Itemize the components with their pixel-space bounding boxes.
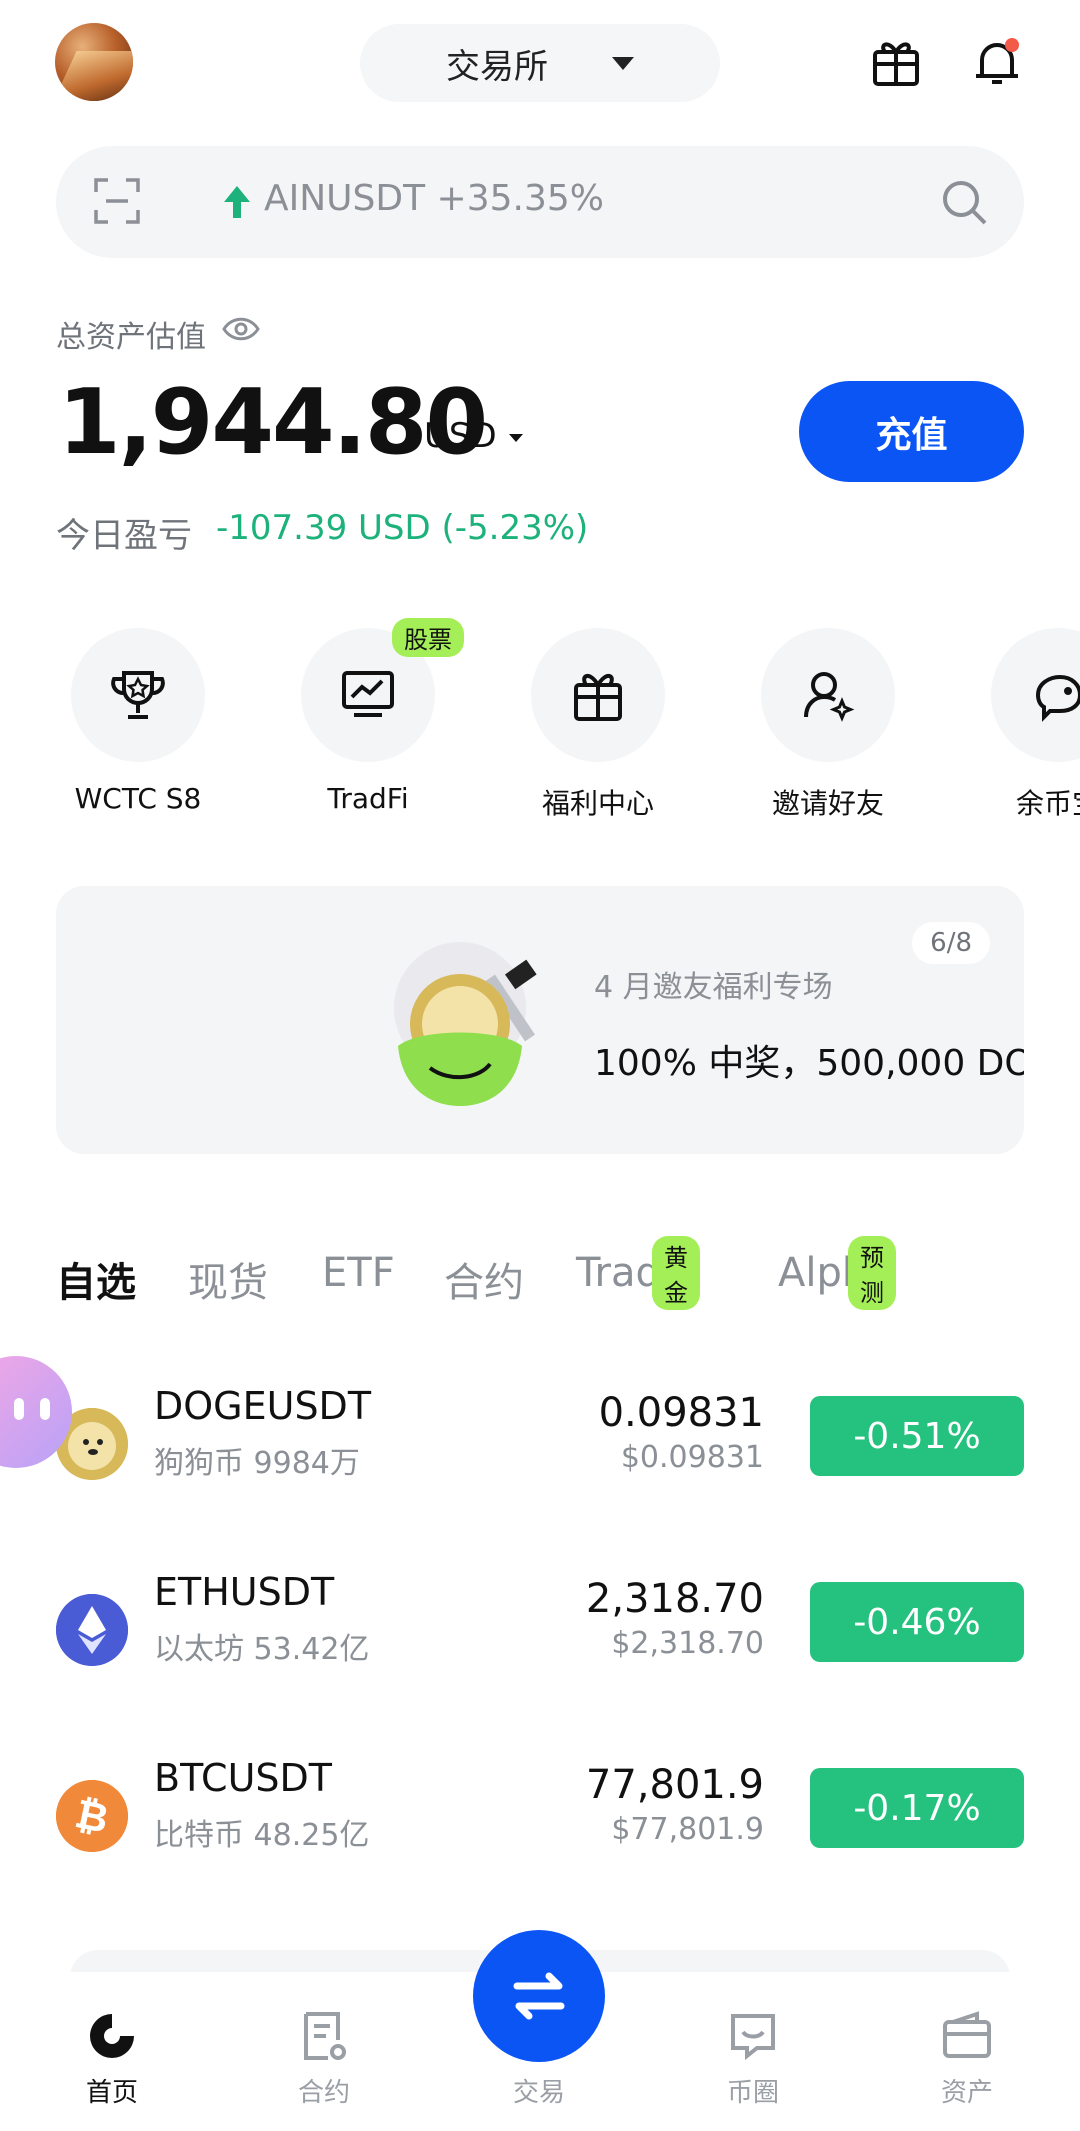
shortcut-tag: 股票	[392, 618, 464, 657]
nav-assets[interactable]: 资产	[897, 2010, 1037, 2109]
gift-icon[interactable]	[869, 36, 923, 90]
trophy-icon	[111, 671, 165, 719]
shortcut-savings[interactable]: 1 余币宝	[958, 628, 1080, 822]
chevron-down-icon[interactable]	[509, 434, 523, 442]
shortcut-label: WCTC S8	[74, 782, 202, 815]
nav-label: 资产	[940, 2078, 993, 2108]
tab-etf[interactable]: ETF	[322, 1250, 395, 1296]
nav-contract[interactable]: 合约	[254, 2010, 394, 2109]
promo-banner[interactable]: 6/8 4 月邀友福利专场 100% 中奖，500,000 DO	[56, 886, 1024, 1154]
total-assets-value: 1,944.80	[58, 370, 488, 475]
invite-user-icon	[804, 672, 855, 722]
today-pnl-label: 今日盈亏	[56, 516, 192, 556]
today-pnl-value: -107.39 USD (-5.23%)	[216, 508, 589, 548]
search-icon[interactable]	[940, 178, 988, 226]
nav-label: 币圈	[726, 2078, 779, 2108]
row-symbol: BTCUSDT	[154, 1756, 332, 1800]
row-change-badge[interactable]: -0.17%	[810, 1768, 1024, 1848]
watchlist-row-doge[interactable]: DOGEUSDT 狗狗币 9984万 0.09831 $0.09831 -0.5…	[56, 1380, 1024, 1500]
chart-monitor-icon	[342, 671, 394, 717]
tab-tag: 黄金	[652, 1236, 700, 1310]
swap-arrows-icon	[513, 1972, 565, 2020]
piggy-bank-icon	[1035, 674, 1080, 722]
shortcut-icon-circle	[531, 628, 665, 762]
row-symbol: ETHUSDT	[154, 1570, 335, 1614]
avatar[interactable]	[55, 23, 133, 101]
nav-label: 交易	[512, 2078, 565, 2108]
total-assets-label: 总资产估值	[56, 320, 206, 355]
row-change-badge[interactable]: -0.46%	[810, 1582, 1024, 1662]
row-name-volume: 比特币 48.25亿	[154, 1818, 370, 1853]
shortcut-icon-circle	[71, 628, 205, 762]
wallet-icon	[943, 2011, 991, 2058]
row-price: 77,801.9	[585, 1762, 764, 1808]
shortcut-invite-friends[interactable]: 邀请好友	[728, 628, 928, 822]
home-icon	[90, 2014, 134, 2058]
shortcut-wctc[interactable]: WCTC S8	[38, 628, 238, 815]
shortcut-icon-circle	[761, 628, 895, 762]
row-price: 0.09831	[598, 1390, 764, 1436]
nav-community[interactable]: 币圈	[683, 2010, 823, 2109]
tab-spot[interactable]: 现货	[188, 1250, 268, 1308]
shortcut-rewards-center[interactable]: 福利中心	[498, 628, 698, 822]
chat-icon	[731, 2014, 775, 2061]
row-name-volume: 以太坊 53.42亿	[154, 1632, 370, 1667]
row-symbol: DOGEUSDT	[154, 1384, 372, 1428]
tab-watchlist[interactable]: 自选	[56, 1250, 136, 1308]
watchlist-row-eth[interactable]: ETHUSDT 以太坊 53.42亿 2,318.70 $2,318.70 -0…	[56, 1566, 1024, 1686]
shortcut-label: 福利中心	[541, 787, 654, 820]
shortcut-tradfi[interactable]: 股票 TradFi	[268, 618, 468, 815]
exchange-selector[interactable]: 交易所	[360, 24, 720, 102]
banner-title: 100% 中奖，500,000 DO	[594, 1043, 1024, 1084]
search-trending-term: AINUSDT +35.35%	[264, 178, 604, 219]
deposit-button[interactable]: 充值	[799, 381, 1024, 482]
scan-icon[interactable]	[94, 178, 140, 224]
doge-mascot-icon	[394, 942, 537, 1106]
shortcut-label: 余币宝	[1015, 787, 1080, 820]
tab-tag: 预测	[848, 1236, 896, 1310]
nav-label: 合约	[297, 2078, 350, 2108]
shortcut-label: 邀请好友	[771, 787, 884, 820]
chevron-down-icon	[612, 56, 634, 70]
banner-page-indicator: 6/8	[912, 922, 990, 964]
search-bar[interactable]: AINUSDT +35.35%	[56, 146, 1024, 258]
shortcut-icon-circle	[991, 628, 1080, 762]
row-change-badge[interactable]: -0.51%	[810, 1396, 1024, 1476]
row-name-volume: 狗狗币 9984万	[154, 1446, 360, 1481]
notification-dot	[1005, 38, 1019, 52]
gift-icon	[574, 674, 622, 721]
row-usd-price: $2,318.70	[611, 1626, 764, 1661]
trending-up-arrow-icon	[224, 186, 250, 218]
contract-icon	[304, 2012, 346, 2060]
trade-fab-button[interactable]	[473, 1930, 605, 2062]
tab-futures[interactable]: 合约	[444, 1250, 524, 1308]
currency-unit-selector[interactable]: USD	[424, 416, 497, 456]
watchlist-row-btc[interactable]: ₿ BTCUSDT 比特币 48.25亿 77,801.9 $77,801.9 …	[56, 1752, 1024, 1872]
btc-coin-icon: ₿	[56, 1780, 128, 1852]
exchange-selector-label: 交易所	[446, 46, 548, 87]
row-usd-price: $77,801.9	[611, 1812, 764, 1847]
banner-subtitle: 4 月邀友福利专场	[594, 970, 833, 1005]
row-price: 2,318.70	[585, 1576, 764, 1622]
nav-home[interactable]: 首页	[42, 2010, 182, 2109]
shortcut-label: TradFi	[327, 782, 409, 815]
eth-coin-icon	[56, 1594, 128, 1666]
row-usd-price: $0.09831	[620, 1440, 764, 1475]
eye-icon[interactable]	[222, 314, 260, 344]
nav-label: 首页	[85, 2078, 138, 2108]
